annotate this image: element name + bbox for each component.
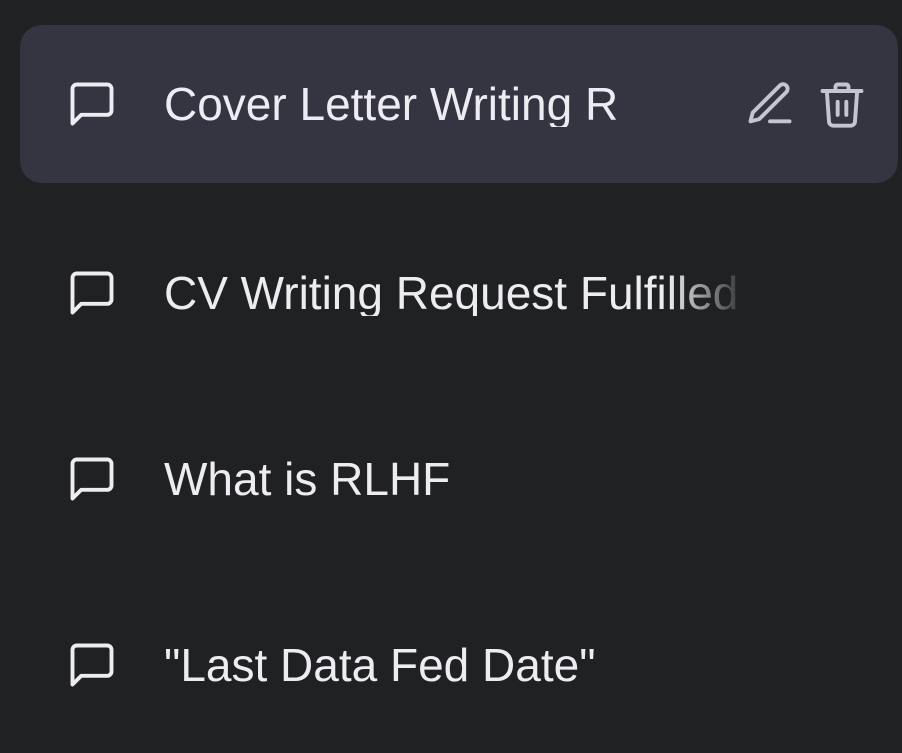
chat-bubble-icon (66, 78, 118, 130)
conversation-title: CV Writing Request Fulfilled (164, 270, 739, 316)
chat-bubble-icon (66, 453, 118, 505)
conversation-title: Cover Letter Writing R (164, 81, 619, 127)
conversation-item-what-is-rlhf[interactable]: What is RLHF (20, 400, 898, 558)
conversation-item-last-data-fed-date[interactable]: "Last Data Fed Date" (20, 586, 898, 744)
conversation-title: "Last Data Fed Date" (164, 642, 596, 688)
conversation-list: Cover Letter Writing R CV Writing Reques… (0, 0, 902, 753)
conversation-item-cover-letter[interactable]: Cover Letter Writing R (20, 25, 898, 183)
conversation-item-cv-writing[interactable]: CV Writing Request Fulfilled (20, 214, 898, 372)
conversation-actions (744, 78, 868, 130)
chat-bubble-icon (66, 267, 118, 319)
edit-button[interactable] (744, 78, 796, 130)
delete-button[interactable] (816, 78, 868, 130)
chat-bubble-icon (66, 639, 118, 691)
trash-icon (816, 78, 868, 130)
conversation-title: What is RLHF (164, 456, 451, 502)
pencil-icon (744, 78, 796, 130)
